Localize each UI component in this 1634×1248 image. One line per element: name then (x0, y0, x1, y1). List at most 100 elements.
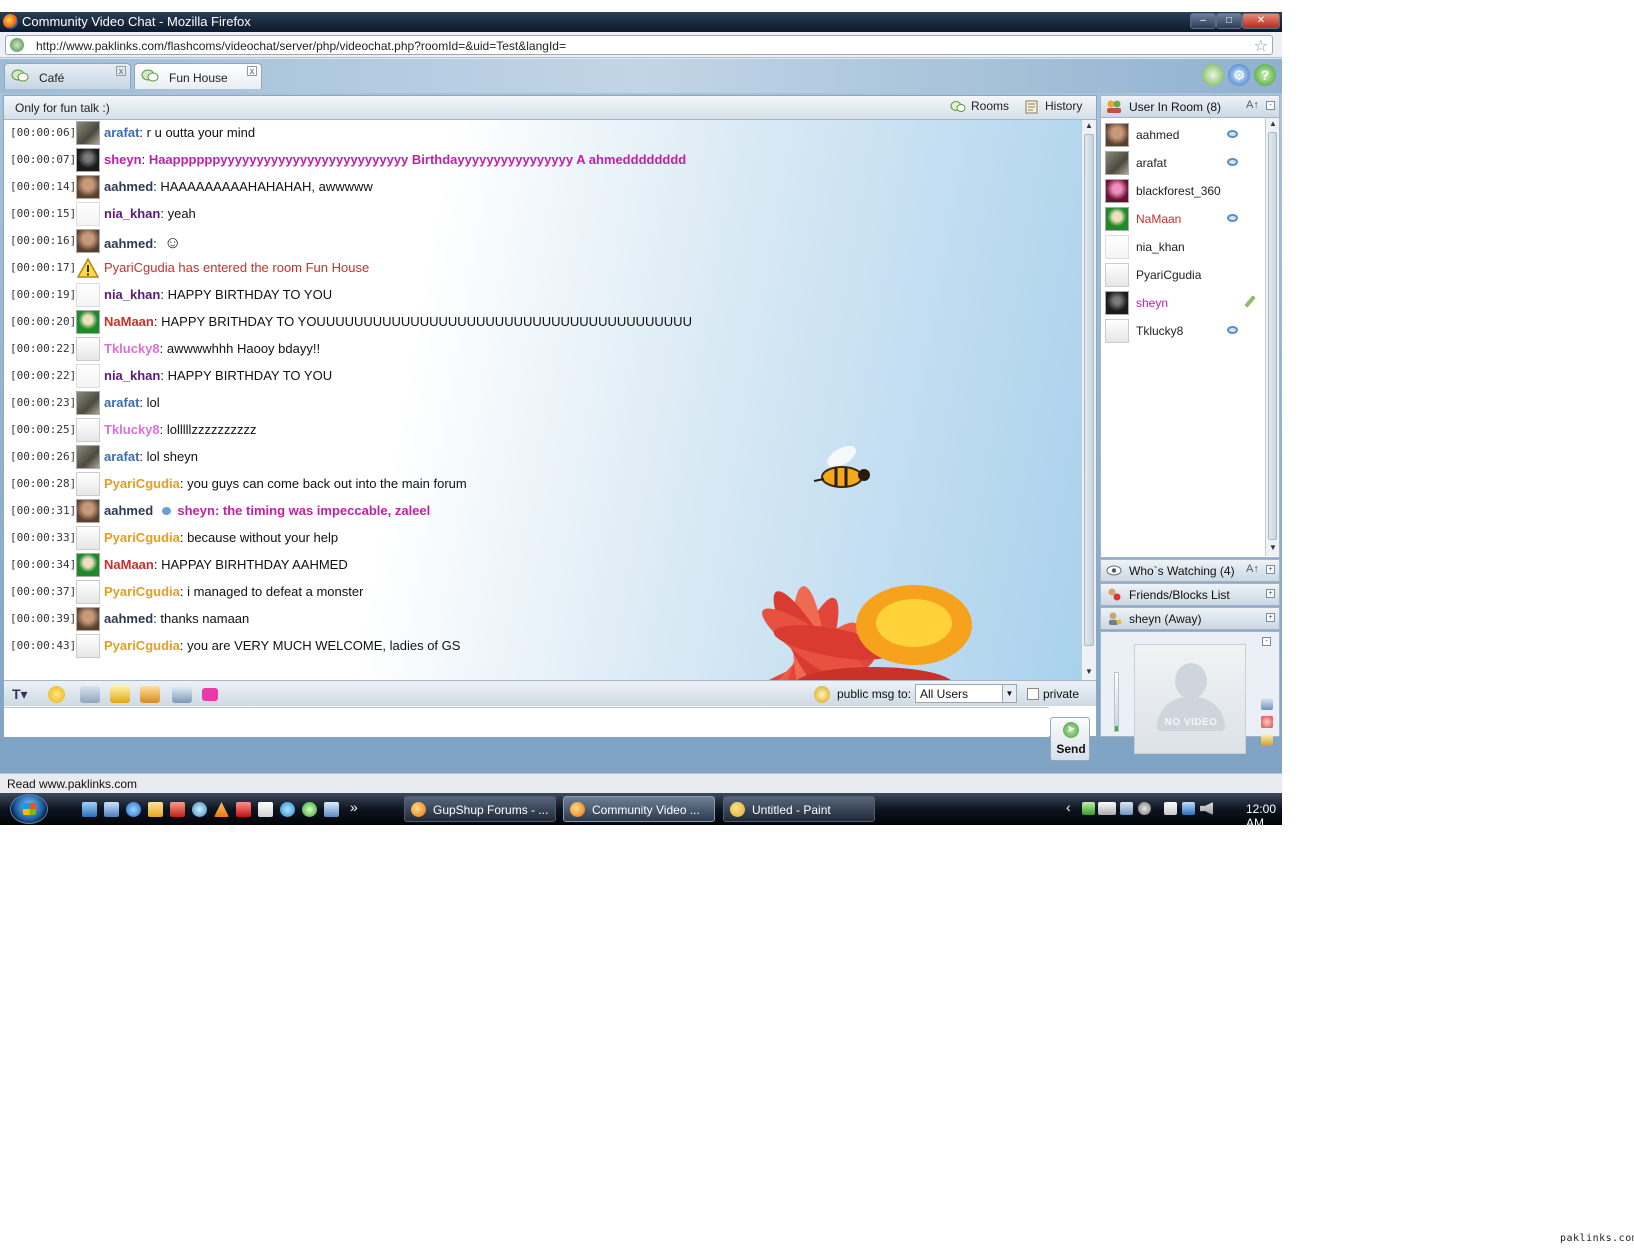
pdf-reader-icon[interactable] (170, 802, 185, 817)
expand-icon[interactable]: + (1266, 613, 1275, 622)
user-avatar[interactable] (76, 337, 100, 361)
user-list-item[interactable]: blackforest_360 (1105, 177, 1265, 205)
quick-launch-more-icon[interactable]: » (350, 799, 358, 815)
message-input[interactable] (4, 707, 1049, 737)
folder-icon[interactable] (148, 802, 163, 817)
network-user-icon[interactable] (1082, 802, 1095, 815)
tray-device-icon[interactable] (1164, 802, 1177, 815)
language-icon[interactable] (1098, 802, 1116, 815)
message-nickname[interactable]: PyariCgudia (104, 584, 180, 599)
tray-app-icon[interactable] (1120, 802, 1133, 815)
network-icon[interactable] (1182, 802, 1195, 815)
switch-windows-icon[interactable] (104, 802, 119, 817)
internet-explorer-icon[interactable] (126, 802, 141, 817)
taskbar-button[interactable]: GupShup Forums - ... (404, 796, 556, 822)
message-nickname[interactable]: NaMaan (104, 314, 154, 329)
message-nickname[interactable]: aahmed (104, 611, 153, 626)
user-avatar[interactable] (76, 607, 100, 631)
scroll-up-icon[interactable]: ▲ (1268, 119, 1278, 128)
minimize-button[interactable]: – (1190, 13, 1216, 29)
start-button[interactable] (10, 794, 48, 824)
user-avatar[interactable] (76, 499, 100, 523)
emoticon-icon[interactable] (48, 686, 65, 703)
message-nickname[interactable]: aahmed (104, 503, 153, 518)
address-bar[interactable]: http://www.paklinks.com/flashcoms/videoc… (5, 35, 1273, 55)
message-nickname[interactable]: aahmed (104, 179, 153, 194)
message-nickname[interactable]: arafat (104, 395, 139, 410)
expand-icon[interactable]: + (1266, 589, 1275, 598)
media-player-icon[interactable] (192, 802, 207, 817)
user-list-item[interactable]: Tklucky8 (1105, 317, 1265, 345)
collapse-icon[interactable]: - (1262, 637, 1271, 646)
user-avatar[interactable] (76, 580, 100, 604)
message-nickname[interactable]: PyariCgudia (104, 638, 180, 653)
whisper-recipient[interactable]: sheyn (177, 503, 215, 518)
image-icon[interactable] (140, 686, 160, 703)
tray-expand-icon[interactable]: ‹ (1066, 799, 1071, 815)
skype-icon[interactable] (280, 802, 295, 817)
scroll-up-icon[interactable]: ▲ (1084, 121, 1094, 131)
user-avatar[interactable] (76, 472, 100, 496)
whiteboard-icon[interactable] (172, 686, 192, 703)
chat-scrollbar[interactable]: ▲ ▼ (1081, 120, 1096, 680)
tab-cafe[interactable]: Café x (4, 63, 131, 89)
app-icon-window[interactable] (324, 802, 339, 817)
bookmark-star-icon[interactable]: ☆ (1254, 36, 1268, 56)
user-list-scrollbar[interactable]: ▲ ▼ (1265, 118, 1279, 556)
help-icon[interactable]: ? (1254, 64, 1276, 86)
friends-blocks-header[interactable]: Friends/Blocks List + (1100, 583, 1280, 606)
app-icon-red[interactable] (236, 802, 251, 817)
user-list-item[interactable]: PyariCgudia (1105, 261, 1265, 289)
tab-close-icon[interactable]: x (247, 66, 257, 76)
message-nickname[interactable]: arafat (104, 449, 139, 464)
message-list[interactable]: [00:00:06] arafat: r u outta your mind [00… (4, 120, 1081, 680)
file-transfer-icon[interactable] (80, 686, 100, 703)
color-picker-icon[interactable] (202, 688, 218, 701)
message-nickname[interactable]: arafat (104, 125, 139, 140)
volume-icon[interactable] (1200, 802, 1213, 815)
collapse-icon[interactable]: - (1266, 101, 1275, 110)
messenger-icon[interactable] (302, 802, 317, 817)
user-avatar[interactable] (76, 121, 100, 145)
tray-disc-icon[interactable] (1138, 802, 1151, 815)
scroll-down-icon[interactable]: ▼ (1084, 667, 1094, 677)
user-avatar[interactable] (76, 553, 100, 577)
user-avatar[interactable] (76, 364, 100, 388)
record-icon[interactable] (1261, 716, 1273, 728)
show-desktop-icon[interactable] (82, 802, 97, 817)
user-list-item[interactable]: nia_khan (1105, 233, 1265, 261)
clock[interactable]: 12:00 AM (1246, 802, 1282, 830)
scroll-thumb[interactable] (1084, 134, 1094, 646)
message-nickname[interactable]: PyariCgudia (104, 476, 180, 491)
user-list-item[interactable]: sheyn (1105, 289, 1265, 317)
sort-icon[interactable]: A↑ (1246, 563, 1259, 575)
scroll-thumb[interactable] (1268, 132, 1277, 540)
user-avatar[interactable] (76, 310, 100, 334)
vlc-icon[interactable] (214, 802, 229, 817)
whos-watching-header[interactable]: Who`s Watching (4) A↑ + (1100, 559, 1280, 582)
user-list-item[interactable]: NaMaan (1105, 205, 1265, 233)
message-nickname[interactable]: nia_khan (104, 287, 160, 302)
close-button[interactable]: ✕ (1242, 13, 1280, 29)
bell-buzz-icon[interactable] (110, 686, 130, 703)
user-avatar[interactable] (76, 418, 100, 442)
user-avatar[interactable] (76, 283, 100, 307)
settings-gear-icon[interactable]: ⚙ (1228, 64, 1250, 86)
user-list-item[interactable]: arafat (1105, 149, 1265, 177)
user-avatar[interactable] (76, 634, 100, 658)
user-avatar[interactable] (76, 445, 100, 469)
taskbar-button[interactable]: Community Video ... (563, 796, 715, 822)
message-nickname[interactable]: Tklucky8 (104, 422, 160, 437)
warning-icon[interactable] (76, 256, 100, 280)
message-nickname[interactable]: NaMaan (104, 557, 154, 572)
private-checkbox[interactable] (1027, 688, 1039, 700)
self-status-header[interactable]: sheyn (Away) + (1100, 607, 1280, 630)
user-avatar[interactable] (76, 148, 100, 172)
message-nickname[interactable]: sheyn (104, 152, 142, 167)
text-format-icon[interactable]: T▾ (12, 686, 32, 703)
tab-fun-house[interactable]: Fun House x (134, 63, 262, 89)
scroll-down-icon[interactable]: ▼ (1268, 543, 1278, 552)
maximize-button[interactable]: □ (1216, 13, 1242, 29)
pause-video-icon[interactable] (1261, 698, 1273, 710)
message-nickname[interactable]: nia_khan (104, 206, 160, 221)
